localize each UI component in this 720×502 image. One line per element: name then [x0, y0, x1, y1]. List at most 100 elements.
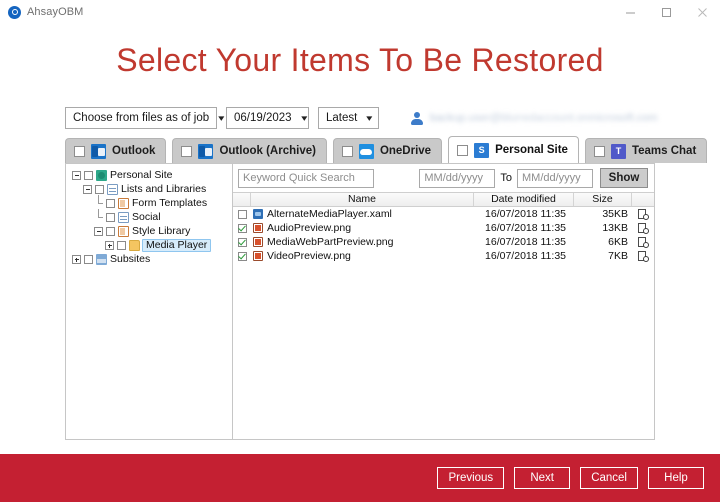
- source-dropdown[interactable]: Choose from files as of job ▾: [65, 107, 217, 129]
- tab-label-personal-site: Personal Site: [495, 144, 568, 156]
- tab-outlook[interactable]: Outlook: [65, 138, 166, 163]
- job-date-dropdown[interactable]: 06/19/2023 ▾: [226, 107, 309, 129]
- row-action-cell[interactable]: [632, 209, 654, 220]
- table-row[interactable]: AudioPreview.png 16/07/2018 11:35 13KB: [233, 222, 654, 234]
- tree-item-social[interactable]: Social: [70, 211, 232, 224]
- tree-item-style-library[interactable]: Style Library: [70, 225, 232, 238]
- row-checkbox-cell[interactable]: [233, 238, 251, 247]
- tree-toggle-icon[interactable]: [83, 185, 92, 194]
- selector-row: Choose from files as of job ▾ 06/19/2023…: [65, 107, 655, 129]
- tree-item-personal-site[interactable]: Personal Site: [70, 169, 232, 182]
- row-name-label: AudioPreview.png: [267, 222, 351, 234]
- table-row[interactable]: MediaWebPartPreview.png 16/07/2018 11:35…: [233, 236, 654, 248]
- tree-toggle-icon[interactable]: [105, 241, 114, 250]
- tab-checkbox-outlook[interactable]: [74, 146, 85, 157]
- row-checkbox-cell[interactable]: [233, 210, 251, 219]
- next-button[interactable]: Next: [514, 467, 570, 489]
- close-icon[interactable]: [684, 0, 720, 24]
- list-icon: [118, 212, 129, 223]
- maximize-icon[interactable]: [648, 0, 684, 24]
- row-checkbox[interactable]: [238, 210, 247, 219]
- minimize-icon[interactable]: [612, 0, 648, 24]
- tree-checkbox[interactable]: [95, 185, 104, 194]
- outlook-archive-icon: [198, 144, 213, 159]
- row-checkbox-cell[interactable]: [233, 224, 251, 233]
- row-checkbox[interactable]: [238, 238, 247, 247]
- tab-outlook-archive[interactable]: Outlook (Archive): [172, 138, 326, 163]
- help-button[interactable]: Help: [648, 467, 704, 489]
- date-range-to-label: To: [500, 172, 512, 184]
- person-icon: [410, 111, 424, 126]
- row-checkbox[interactable]: [238, 224, 247, 233]
- tree-item-form-templates[interactable]: Form Templates: [70, 197, 232, 210]
- column-header-size[interactable]: Size: [574, 193, 632, 206]
- title-bar: AhsayOBM: [0, 0, 720, 24]
- row-name-label: VideoPreview.png: [267, 250, 351, 262]
- subsites-icon: [96, 254, 107, 265]
- tab-teams-chat[interactable]: Teams Chat: [585, 138, 707, 163]
- onedrive-icon: [359, 144, 374, 159]
- row-action-cell[interactable]: [632, 237, 654, 248]
- tree-item-lists-and-libraries[interactable]: Lists and Libraries: [70, 183, 232, 196]
- preview-magnifier-icon[interactable]: [638, 209, 649, 220]
- file-rows: AlternateMediaPlayer.xaml 16/07/2018 11:…: [233, 207, 654, 264]
- tree-checkbox[interactable]: [84, 171, 93, 180]
- column-header-name[interactable]: Name: [251, 193, 474, 206]
- folder-tree-panel[interactable]: Personal Site Lists and Libraries Form T…: [66, 164, 233, 439]
- tree-item-label: Lists and Libraries: [121, 184, 206, 195]
- preview-magnifier-icon[interactable]: [638, 237, 649, 248]
- date-from-input[interactable]: [419, 169, 495, 188]
- account-info: backup.user@blurredaccount.onmicrosoft.c…: [410, 111, 658, 126]
- tree-toggle-icon[interactable]: [94, 227, 103, 236]
- row-name-label: AlternateMediaPlayer.xaml: [267, 208, 392, 220]
- column-header-select: [233, 193, 251, 206]
- tree-checkbox[interactable]: [84, 255, 93, 264]
- tab-label-teams-chat: Teams Chat: [632, 145, 696, 157]
- tree-item-media-player[interactable]: Media Player: [70, 239, 232, 252]
- tree-checkbox[interactable]: [106, 227, 115, 236]
- date-to-input[interactable]: [517, 169, 593, 188]
- teams-icon: [611, 144, 626, 159]
- row-name-cell: MediaWebPartPreview.png: [251, 236, 474, 248]
- tab-checkbox-onedrive[interactable]: [342, 146, 353, 157]
- search-input[interactable]: [238, 169, 374, 188]
- app-window: AhsayOBM Select Your Items To Be Restore…: [0, 0, 720, 502]
- row-size-cell: 6KB: [574, 236, 632, 248]
- tree-checkbox[interactable]: [117, 241, 126, 250]
- file-list-header: Name Date modified Size: [233, 192, 654, 207]
- tab-label-onedrive: OneDrive: [380, 145, 431, 157]
- tab-personal-site[interactable]: Personal Site: [448, 136, 579, 163]
- row-action-cell[interactable]: [632, 251, 654, 262]
- row-action-cell[interactable]: [632, 223, 654, 234]
- row-checkbox-cell[interactable]: [233, 252, 251, 261]
- table-row[interactable]: VideoPreview.png 16/07/2018 11:35 7KB: [233, 250, 654, 262]
- previous-button[interactable]: Previous: [437, 467, 504, 489]
- tree-toggle-icon[interactable]: [72, 255, 81, 264]
- job-date-dropdown-label: 06/19/2023: [234, 112, 292, 124]
- tab-onedrive[interactable]: OneDrive: [333, 138, 442, 163]
- column-header-date-modified[interactable]: Date modified: [474, 193, 574, 206]
- site-icon: [96, 170, 107, 181]
- tree-toggle-icon[interactable]: [72, 171, 81, 180]
- tab-checkbox-teams-chat[interactable]: [594, 146, 605, 157]
- tree-item-subsites[interactable]: Subsites: [70, 253, 232, 266]
- preview-magnifier-icon[interactable]: [638, 223, 649, 234]
- document-library-icon: [118, 226, 129, 237]
- tab-checkbox-personal-site[interactable]: [457, 145, 468, 156]
- outlook-icon: [91, 144, 106, 159]
- cancel-button[interactable]: Cancel: [580, 467, 638, 489]
- tree-checkbox[interactable]: [106, 213, 115, 222]
- row-checkbox[interactable]: [238, 252, 247, 261]
- window-controls: [612, 0, 720, 24]
- show-button[interactable]: Show: [600, 168, 648, 188]
- preview-magnifier-icon[interactable]: [638, 251, 649, 262]
- file-list-panel: To Show Name Date modified Size: [233, 164, 654, 439]
- version-dropdown[interactable]: Latest ▾: [318, 107, 379, 129]
- tab-bar: Outlook Outlook (Archive) OneDrive Perso…: [65, 137, 655, 163]
- row-name-label: MediaWebPartPreview.png: [267, 236, 393, 248]
- tree-item-label: Subsites: [110, 254, 150, 265]
- tree-line-icon: [94, 199, 103, 208]
- tab-checkbox-outlook-archive[interactable]: [181, 146, 192, 157]
- table-row[interactable]: AlternateMediaPlayer.xaml 16/07/2018 11:…: [233, 208, 654, 220]
- tree-checkbox[interactable]: [106, 199, 115, 208]
